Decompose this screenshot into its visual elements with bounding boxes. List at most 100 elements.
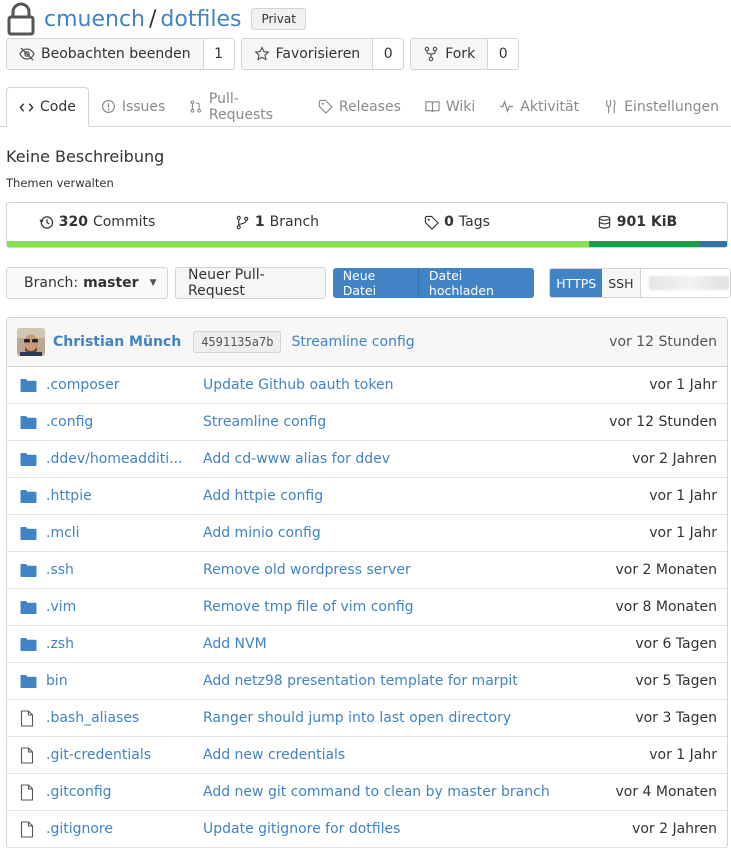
file-name-link[interactable]: .composer bbox=[46, 377, 198, 393]
file-name-link[interactable]: .zsh bbox=[46, 636, 198, 652]
file-commit-time: vor 1 Jahr bbox=[649, 488, 717, 504]
table-row: .gitconfig Add new git command to clean b… bbox=[7, 774, 727, 811]
repo-owner-link[interactable]: cmuench bbox=[44, 7, 145, 32]
file-name-link[interactable]: .bash_aliases bbox=[46, 710, 198, 726]
tab-activity[interactable]: Aktivität bbox=[487, 87, 591, 126]
code-icon bbox=[19, 102, 34, 112]
book-icon bbox=[425, 101, 440, 113]
folder-icon bbox=[20, 636, 37, 653]
tab-settings[interactable]: Einstellungen bbox=[591, 87, 731, 126]
folder-icon bbox=[20, 377, 37, 394]
file-name-link[interactable]: .gitconfig bbox=[46, 784, 198, 800]
file-commit-time: vor 6 Tagen bbox=[635, 636, 717, 652]
file-name-link[interactable]: .gitignore bbox=[46, 821, 198, 837]
watchers-count[interactable]: 1 bbox=[203, 39, 234, 69]
file-actions-group: Neue Datei Datei hochladen bbox=[332, 268, 535, 298]
file-commit-message-link[interactable]: Streamline config bbox=[203, 414, 326, 430]
repo-description: Keine Beschreibung bbox=[6, 147, 165, 166]
repo-size: 901 KiB bbox=[616, 214, 678, 230]
tools-icon bbox=[606, 99, 616, 114]
ssh-clone-button[interactable]: SSH bbox=[602, 269, 641, 297]
file-commit-time: vor 2 Jahren bbox=[632, 451, 717, 467]
star-button-group: Favorisieren 0 bbox=[240, 38, 405, 70]
file-commit-message-link[interactable]: Ranger should jump into last open direct… bbox=[203, 710, 511, 726]
repo-name-link[interactable]: dotfiles bbox=[160, 7, 241, 32]
tags-label: Tags bbox=[458, 214, 490, 230]
file-name-link[interactable]: .ddev/homeadditi... bbox=[46, 451, 198, 467]
branch-name: master bbox=[83, 275, 139, 291]
folder-icon bbox=[20, 562, 37, 579]
file-name-link[interactable]: .git-credentials bbox=[46, 747, 198, 763]
avatar-image bbox=[17, 328, 45, 356]
file-commit-message-link[interactable]: Add cd-www alias for ddev bbox=[203, 451, 390, 467]
file-commit-time: vor 1 Jahr bbox=[649, 747, 717, 763]
pulse-icon bbox=[500, 99, 514, 114]
new-pull-request-button[interactable]: Neuer Pull-Request bbox=[175, 267, 326, 299]
commits-label: Commits bbox=[92, 214, 156, 230]
stars-count[interactable]: 0 bbox=[373, 39, 404, 69]
size-stat: 901 KiB bbox=[547, 214, 727, 230]
branch-dropdown[interactable]: Branch: master ▼ bbox=[6, 267, 168, 299]
clone-url-input[interactable] bbox=[640, 269, 730, 297]
file-commit-message-link[interactable]: Add minio config bbox=[203, 525, 321, 541]
table-row: .vim Remove tmp file of vim config vor 8 M… bbox=[7, 589, 727, 626]
fork-button[interactable]: Fork bbox=[411, 39, 489, 69]
language-bar[interactable] bbox=[7, 241, 727, 247]
file-commit-message-link[interactable]: Add httpie config bbox=[203, 488, 323, 504]
file-commit-time: vor 2 Monaten bbox=[615, 562, 718, 578]
branches-label: Branch bbox=[269, 214, 320, 230]
commits-stat[interactable]: 320 Commits bbox=[7, 214, 187, 230]
star-label: Favorisieren bbox=[275, 46, 361, 62]
commits-count: 320 bbox=[58, 214, 88, 230]
fork-icon bbox=[424, 46, 438, 62]
file-commit-message-link[interactable]: Update gitignore for dotfiles bbox=[203, 821, 400, 837]
tab-wiki[interactable]: Wiki bbox=[413, 87, 487, 126]
file-name-link[interactable]: .mcli bbox=[46, 525, 198, 541]
tags-count: 0 bbox=[444, 214, 454, 230]
commit-sha[interactable]: 4591135a7b bbox=[193, 331, 282, 353]
commit-author[interactable]: Christian Münch bbox=[53, 334, 181, 350]
repo-actions: Beobachten beenden 1 Favorisieren 0 Fork… bbox=[6, 38, 520, 70]
star-button[interactable]: Favorisieren bbox=[241, 39, 374, 69]
file-commit-message-link[interactable]: Remove old wordpress server bbox=[203, 562, 411, 578]
file-commit-message-link[interactable]: Add new git command to clean by master b… bbox=[203, 784, 550, 800]
file-commit-message-link[interactable]: Add NVM bbox=[203, 636, 267, 652]
tags-stat[interactable]: 0 Tags bbox=[367, 214, 547, 230]
file-name-link[interactable]: .ssh bbox=[46, 562, 198, 578]
file-commit-message-link[interactable]: Add new credentials bbox=[203, 747, 345, 763]
file-commit-message-link[interactable]: Update Github oauth token bbox=[203, 377, 393, 393]
language-bar-segment bbox=[7, 241, 589, 247]
file-commit-time: vor 5 Tagen bbox=[635, 673, 717, 689]
commit-time: vor 12 Stunden bbox=[609, 334, 717, 350]
repo-separator: / bbox=[149, 6, 157, 32]
new-file-button[interactable]: Neue Datei bbox=[332, 268, 418, 298]
issue-icon bbox=[101, 99, 115, 114]
visibility-badge: Privat bbox=[251, 8, 306, 30]
file-commit-message-link[interactable]: Remove tmp file of vim config bbox=[203, 599, 414, 615]
avatar[interactable] bbox=[17, 328, 45, 356]
unwatch-button[interactable]: Beobachten beenden bbox=[7, 39, 204, 69]
table-row: .zsh Add NVM vor 6 Tagen bbox=[7, 626, 727, 663]
table-row: .git-credentials Add new credentials vor 1… bbox=[7, 737, 727, 774]
clone-url-group: HTTPS SSH bbox=[549, 268, 731, 298]
file-name-link[interactable]: .vim bbox=[46, 599, 198, 615]
tab-issues[interactable]: Issues bbox=[89, 87, 178, 126]
https-clone-button[interactable]: HTTPS bbox=[550, 269, 603, 297]
tag-icon bbox=[424, 215, 439, 230]
forks-count[interactable]: 0 bbox=[488, 39, 519, 69]
file-commit-message-link[interactable]: Add netz98 presentation template for mar… bbox=[203, 673, 518, 689]
eye-slash-icon bbox=[19, 47, 35, 61]
commit-message[interactable]: Streamline config bbox=[291, 334, 414, 350]
tab-code[interactable]: Code bbox=[6, 87, 89, 127]
table-row: .gitignore Update gitignore for dotfiles v… bbox=[7, 811, 727, 848]
branches-stat[interactable]: 1 Branch bbox=[187, 214, 367, 230]
tab-pull-requests[interactable]: Pull-Requests bbox=[177, 87, 306, 126]
file-name-link[interactable]: .config bbox=[46, 414, 198, 430]
upload-file-button[interactable]: Datei hochladen bbox=[417, 268, 535, 298]
manage-topics-link[interactable]: Themen verwalten bbox=[6, 176, 114, 190]
file-name-link[interactable]: bin bbox=[46, 673, 198, 689]
file-name-link[interactable]: .httpie bbox=[46, 488, 198, 504]
tab-releases[interactable]: Releases bbox=[306, 87, 413, 126]
star-icon bbox=[253, 46, 270, 61]
file-icon bbox=[20, 746, 37, 764]
